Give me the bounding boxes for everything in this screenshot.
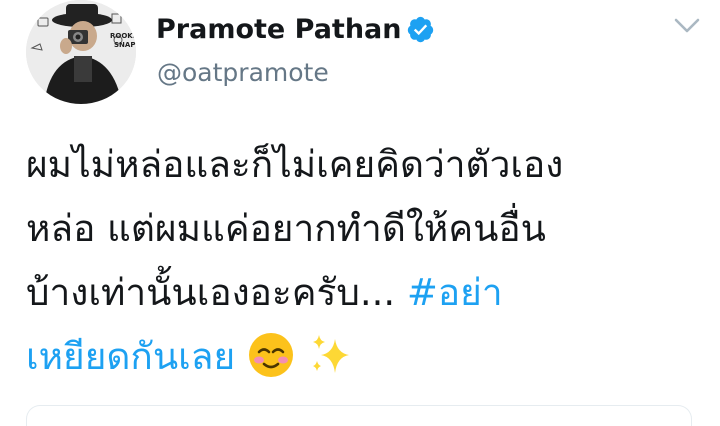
verified-badge-icon <box>406 15 435 44</box>
avatar[interactable]: ROOKIE SNAP <box>26 0 136 104</box>
tweet-text-line-2: หล่อ แต่ผมแค่อยากทำดีให้คนอื่น <box>26 207 546 250</box>
tweet-text: ผมไม่หล่อและก็ไม่เคยคิดว่าตัวเอง หล่อ แต… <box>26 133 706 389</box>
sparkles-emoji <box>307 331 355 399</box>
bottom-card-edge <box>26 405 692 426</box>
tweet-text-line-3: บ้างเท่านั้นเองอะครับ... #อย่า <box>26 261 706 325</box>
user-handle[interactable]: @oatpramote <box>157 58 329 87</box>
hashtag-link-part-1[interactable]: #อย่า <box>407 271 503 314</box>
hashtag-link-part-2[interactable]: เหยียดกันเลย <box>26 335 235 378</box>
tweet-text-line-3-text: บ้างเท่านั้นเองอะครับ... <box>26 271 407 314</box>
display-name[interactable]: Pramote Pathan <box>156 14 401 45</box>
smiling-face-with-blush-emoji <box>247 331 295 399</box>
chevron-down-icon[interactable] <box>673 16 701 36</box>
avatar-badge-text: ROOKIE <box>110 32 136 40</box>
svg-text:SNAP: SNAP <box>114 41 135 49</box>
tweet-text-line-4: เหยียดกันเลย <box>26 325 706 389</box>
tweet-text-line-1: ผมไม่หล่อและก็ไม่เคยคิดว่าตัวเอง <box>26 143 564 186</box>
avatar-image: ROOKIE SNAP <box>26 0 136 104</box>
